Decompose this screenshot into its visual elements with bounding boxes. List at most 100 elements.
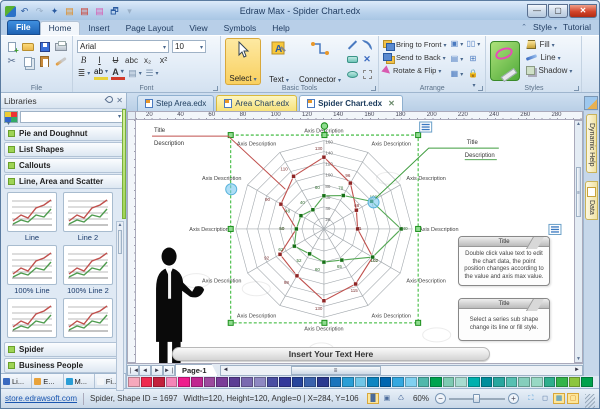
connection-point-handle[interactable] xyxy=(226,184,237,195)
paste-button[interactable] xyxy=(38,55,52,68)
scroll-thumb[interactable]: ≡ xyxy=(291,366,381,375)
library-section-button[interactable]: List Shapes xyxy=(4,142,123,157)
doc-tab-spider-chart[interactable]: Spider Chart.edx✕ xyxy=(299,95,403,111)
panel-tab[interactable]: E... xyxy=(32,374,63,388)
styles-dialog-launcher[interactable] xyxy=(574,86,579,91)
palette-color-swatch[interactable] xyxy=(254,377,266,387)
font-style-button[interactable]: B xyxy=(77,55,90,65)
shape-thumbnail[interactable]: Line 2 xyxy=(63,192,113,242)
format-painter-button[interactable] xyxy=(55,55,69,68)
group-button[interactable]: ▣ xyxy=(450,38,463,49)
panel-tab[interactable]: Li... xyxy=(1,374,32,388)
ribbon-tab[interactable]: Symbols xyxy=(216,22,265,35)
zoom-slider[interactable] xyxy=(449,398,505,400)
bring-to-front-button[interactable]: Bring to Front xyxy=(383,38,446,51)
normal-view-icon[interactable]: ▐▌ xyxy=(367,393,379,404)
center-button[interactable]: ⊞ xyxy=(466,53,479,64)
ribbon-tab[interactable]: Page Layout xyxy=(118,22,182,35)
palette-color-swatch[interactable] xyxy=(191,377,203,387)
clipart-corner-icon[interactable] xyxy=(584,96,598,110)
page-tab[interactable]: Page-1 xyxy=(175,364,218,376)
palette-color-swatch[interactable] xyxy=(166,377,178,387)
print-button[interactable] xyxy=(55,40,69,53)
open-button[interactable] xyxy=(22,40,36,53)
font-style-button[interactable]: x² xyxy=(157,55,170,65)
palette-color-swatch[interactable] xyxy=(380,377,392,387)
dynamic-help-tab[interactable]: Dynamic Help xyxy=(586,114,597,173)
save-button[interactable] xyxy=(38,40,52,53)
select-tool-button[interactable]: Select xyxy=(225,38,261,85)
library-color-icon[interactable] xyxy=(4,111,18,123)
scroll-up-icon[interactable]: ▲ xyxy=(575,121,582,127)
insert-text-banner[interactable]: Insert Your Text Here xyxy=(172,347,490,361)
cut-button[interactable]: ✂ xyxy=(5,55,19,68)
library-scrollbar[interactable] xyxy=(116,221,124,391)
close-tab-icon[interactable]: ✕ xyxy=(388,99,395,108)
distribute-button[interactable]: ▦ xyxy=(450,68,463,79)
style-brush-button[interactable] xyxy=(490,41,520,81)
text-tool-button[interactable]: A Text xyxy=(261,38,297,85)
print-view-icon[interactable]: ♺ xyxy=(395,393,407,404)
fit-page-icon[interactable]: ⛶ xyxy=(525,393,537,404)
zoom-out-button[interactable]: − xyxy=(435,393,446,404)
palette-color-swatch[interactable] xyxy=(317,377,329,387)
font-name-combo[interactable]: Arial xyxy=(77,40,169,53)
selection-box[interactable] xyxy=(226,122,561,325)
palette-color-swatch[interactable] xyxy=(241,377,253,387)
palette-color-swatch[interactable] xyxy=(367,377,379,387)
palette-color-swatch[interactable] xyxy=(392,377,404,387)
font-style-button[interactable]: x₂ xyxy=(141,56,154,65)
align-button[interactable]: ▤ xyxy=(450,53,463,64)
font-color-button[interactable]: A xyxy=(111,67,125,80)
zoom-slider-thumb[interactable] xyxy=(473,394,480,403)
new-document-button[interactable] xyxy=(5,40,19,53)
palette-color-swatch[interactable] xyxy=(229,377,241,387)
arrange-dialog-launcher[interactable] xyxy=(478,86,483,91)
shape-thumbnail[interactable] xyxy=(63,298,113,341)
new-doc-icon[interactable]: ▤ xyxy=(63,5,76,17)
font-dialog-launcher[interactable] xyxy=(213,86,218,91)
rotation-handle[interactable] xyxy=(321,123,327,129)
font-size-combo[interactable]: 10 xyxy=(172,40,206,53)
collapse-ribbon-icon[interactable]: ⌃ xyxy=(521,23,527,31)
palette-color-swatch[interactable] xyxy=(481,377,493,387)
last-page-button[interactable]: ►❘ xyxy=(163,365,175,376)
palette-color-swatch[interactable] xyxy=(204,377,216,387)
arc-tool-icon[interactable] xyxy=(360,38,374,51)
palette-color-swatch[interactable] xyxy=(141,377,153,387)
undo-icon[interactable]: ↶ xyxy=(18,5,31,17)
ribbon-tab[interactable]: Help xyxy=(264,22,297,35)
ellipse-tool-icon[interactable] xyxy=(345,68,359,81)
rotate-flip-button[interactable]: Rotate & Flip xyxy=(383,64,446,77)
palette-color-swatch[interactable] xyxy=(556,377,568,387)
shape-thumbnail[interactable]: 100% Line 2 xyxy=(63,245,113,295)
font-style-button[interactable]: I xyxy=(93,55,106,65)
pan-window-icon[interactable]: ▢ xyxy=(567,393,579,404)
drawing-canvas[interactable]: Axis DescriptionAxis DescriptionAxis Des… xyxy=(136,120,574,363)
library-section-button[interactable]: Callouts xyxy=(4,158,123,173)
close-panel-icon[interactable]: ✕ xyxy=(116,96,123,105)
palette-color-swatch[interactable] xyxy=(304,377,316,387)
qat-dropdown-icon[interactable]: ▾ xyxy=(123,5,136,17)
style-menu[interactable]: Style xyxy=(533,22,557,32)
scroll-down-icon[interactable]: ▼ xyxy=(575,356,582,362)
grid-view-icon[interactable]: ▦ xyxy=(553,393,565,404)
zoom-in-button[interactable]: + xyxy=(508,393,519,404)
palette-color-swatch[interactable] xyxy=(418,377,430,387)
page-view-icon[interactable]: ▣ xyxy=(381,393,393,404)
bullets-button[interactable]: ☰ xyxy=(145,67,159,80)
delete-tool-icon[interactable]: ✕ xyxy=(360,53,374,66)
shape-thumbnail[interactable]: 100% Line xyxy=(7,245,57,295)
library-section-button[interactable]: Business People xyxy=(4,358,123,373)
panel-tab[interactable]: M... xyxy=(64,374,95,388)
crop-tool-icon[interactable] xyxy=(360,68,374,81)
template-doc-icon[interactable]: ▤ xyxy=(93,5,106,17)
palette-color-swatch[interactable] xyxy=(292,377,304,387)
palette-color-swatch[interactable] xyxy=(493,377,505,387)
palette-color-swatch[interactable] xyxy=(468,377,480,387)
navigate-icon[interactable]: ✦ xyxy=(48,5,61,17)
palette-color-swatch[interactable] xyxy=(279,377,291,387)
palette-color-swatch[interactable] xyxy=(355,377,367,387)
palette-color-swatch[interactable] xyxy=(581,377,593,387)
line-tool-icon[interactable] xyxy=(345,38,359,51)
